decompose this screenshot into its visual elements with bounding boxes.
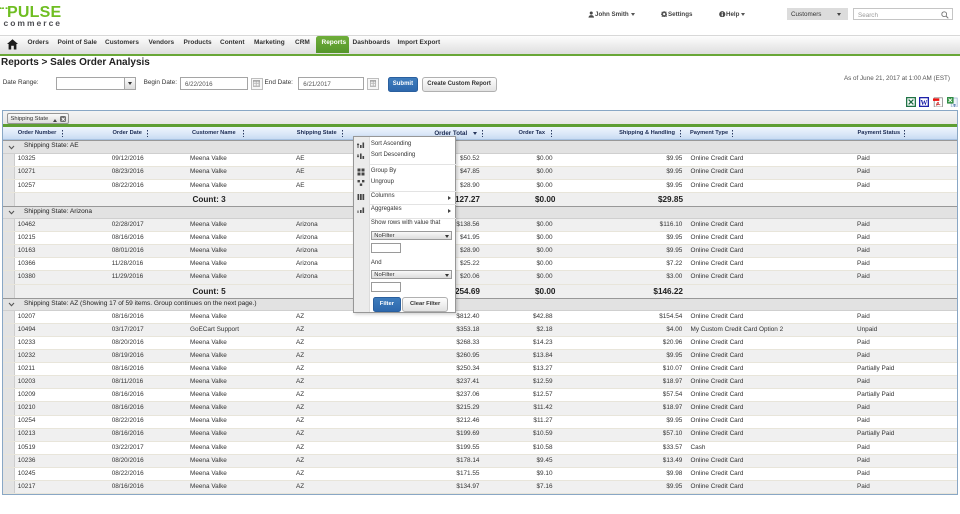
svg-text:commerce: commerce: [4, 18, 63, 28]
svg-text:W: W: [921, 98, 928, 106]
